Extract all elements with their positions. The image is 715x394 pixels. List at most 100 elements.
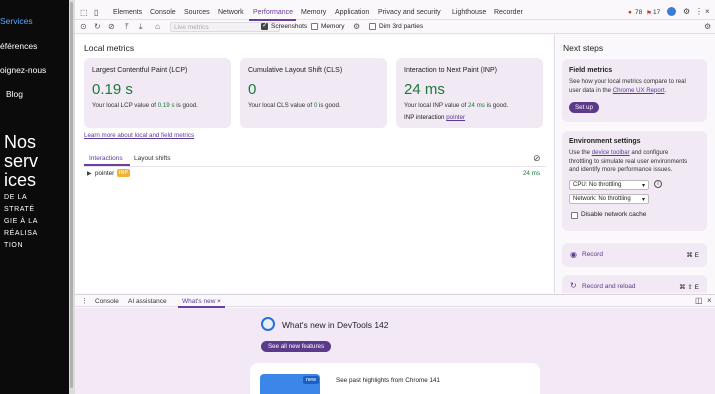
past-highlights-text: See past highlights from Chrome 141 xyxy=(336,377,440,384)
drawer-tab-console[interactable]: Console xyxy=(95,298,119,305)
local-metrics-panel: Local metrics Largest Contentful Paint (… xyxy=(75,35,553,293)
cpu-throttling-select[interactable]: CPU: No throttling ▾ xyxy=(569,180,649,190)
home-icon[interactable]: ⌂ xyxy=(155,22,160,31)
warning-icon[interactable]: ⚑ xyxy=(646,9,652,17)
performance-toolbar: ⊙ ↻ ⊘ ⤒ ⤓ ⌂ Live metrics Screenshots Mem… xyxy=(75,20,715,34)
tab-memory[interactable]: Memory xyxy=(301,9,326,16)
lcp-value: 0.19 s xyxy=(92,81,133,98)
nav-references-link[interactable]: éférences xyxy=(0,41,37,51)
tab-recorder[interactable]: Recorder xyxy=(494,9,523,16)
inp-card: Interaction to Next Paint (INP) 24 ms Yo… xyxy=(396,58,543,128)
chevron-down-icon: ▾ xyxy=(641,183,645,189)
clear-icon[interactable]: ⊘ xyxy=(108,22,115,31)
dim-3rd-parties-checkbox[interactable] xyxy=(369,23,376,30)
environment-settings-title: Environment settings xyxy=(569,138,641,145)
tab-network[interactable]: Network xyxy=(218,9,244,16)
record-icon[interactable]: ⊙ xyxy=(80,22,87,31)
lcp-description: Your local LCP value of 0.19 s is good. xyxy=(92,102,198,109)
next-steps-heading: Next steps xyxy=(563,43,604,53)
hero-sub-3: GIE À LA xyxy=(4,218,38,225)
nav-blog-link[interactable]: Blog xyxy=(6,89,23,99)
tab-lighthouse[interactable]: Lighthouse xyxy=(452,9,486,16)
set-up-button[interactable]: Set up xyxy=(569,102,599,113)
new-badge: new xyxy=(303,376,320,384)
expand-triangle-icon[interactable]: ▶ xyxy=(87,170,92,177)
hero-sub-1: DE LA xyxy=(4,194,28,201)
drawer-tab-ai-assistance[interactable]: AI assistance xyxy=(128,298,167,305)
subtab-interactions[interactable]: Interactions xyxy=(89,155,123,162)
inp-interaction: INP interaction pointer xyxy=(404,114,466,121)
nav-services-link[interactable]: Services xyxy=(0,16,33,26)
tab-elements[interactable]: Elements xyxy=(113,9,142,16)
field-metrics-card: Field metrics See how your local metrics… xyxy=(562,59,707,122)
error-count[interactable]: 78 xyxy=(635,9,642,16)
hero-sub-2: STRATÉ xyxy=(4,206,35,213)
tab-privacy-security[interactable]: Privacy and security xyxy=(378,9,441,16)
cls-card: Cumulative Layout Shift (CLS) 0 Your loc… xyxy=(240,58,387,128)
lcp-title: Largest Contentful Paint (LCP) xyxy=(92,67,188,74)
interaction-row[interactable]: ▶ pointer INP 24 ms xyxy=(84,169,546,180)
download-icon[interactable]: ⤓ xyxy=(139,22,143,32)
network-settings-icon[interactable]: ⚙ xyxy=(353,22,360,31)
reload-record-icon[interactable]: ↻ xyxy=(94,22,101,31)
tab-application[interactable]: Application xyxy=(335,9,369,16)
upload-icon[interactable]: ⤒ xyxy=(125,22,129,32)
record-reload-card[interactable]: ↻ Record and reload ⌘ ⇧ E xyxy=(562,275,707,293)
inspect-element-icon[interactable]: ⬚ xyxy=(80,8,88,17)
sync-icon[interactable] xyxy=(667,7,676,16)
subtab-layout-shifts[interactable]: Layout shifts xyxy=(134,155,171,162)
subtab-divider xyxy=(84,166,546,167)
capture-settings-icon[interactable]: ⚙ xyxy=(704,22,711,31)
disable-cache-label: Disable network cache xyxy=(581,211,647,218)
inp-pointer-link[interactable]: pointer xyxy=(446,114,465,121)
network-throttling-select[interactable]: Network: No throttling ▾ xyxy=(569,194,649,204)
learn-more-link[interactable]: Learn more about local and field metrics xyxy=(84,132,194,139)
chrome-ux-report-link[interactable]: Chrome UX Report xyxy=(613,87,665,94)
chevron-down-icon: ▾ xyxy=(641,197,645,203)
past-highlights-card[interactable]: new See past highlights from Chrome 141 xyxy=(250,363,540,394)
cls-value: 0 xyxy=(248,81,257,98)
hero-sub-5: TION xyxy=(4,242,24,249)
disable-cache-checkbox[interactable] xyxy=(571,212,578,219)
memory-checkbox[interactable] xyxy=(311,23,318,30)
inp-description: Your local INP value of 24 ms is good. xyxy=(404,102,509,109)
device-toolbar-icon[interactable]: ▯ xyxy=(94,8,98,17)
inp-badge: INP xyxy=(117,169,131,177)
record-card[interactable]: ◉ Record ⌘ E xyxy=(562,243,707,267)
field-metrics-text: See how your local metrics compare to re… xyxy=(569,78,686,94)
close-devtools-icon[interactable]: × xyxy=(705,7,710,16)
page-scrollbar-thumb[interactable] xyxy=(70,2,73,388)
error-icon[interactable]: ● xyxy=(628,9,632,16)
see-all-features-button[interactable]: See all new features xyxy=(261,341,332,352)
settings-gear-icon[interactable]: ⚙ xyxy=(683,7,690,16)
next-steps-panel: Next steps Field metrics See how your lo… xyxy=(554,35,715,293)
close-tab-icon[interactable]: × xyxy=(217,298,221,305)
tab-sources[interactable]: Sources xyxy=(184,9,210,16)
more-options-icon[interactable]: ⋮ xyxy=(695,7,703,16)
drawer-tab-whats-new[interactable]: What's new xyxy=(182,298,215,305)
lcp-card: Largest Contentful Paint (LCP) 0.19 s Yo… xyxy=(84,58,231,128)
hero-line-3: ices xyxy=(4,170,37,190)
inp-title: Interaction to Next Paint (INP) xyxy=(404,67,497,74)
memory-label: Memory xyxy=(321,23,345,30)
close-drawer-icon[interactable]: × xyxy=(707,296,712,305)
environment-settings-text: Use the device toolbar and configure thr… xyxy=(569,149,688,173)
devtools-tabbar: ⬚ ▯ Elements Console Sources Network Per… xyxy=(75,6,715,21)
nav-contact-link[interactable]: oignez-nous xyxy=(0,65,46,75)
warning-count[interactable]: 17 xyxy=(653,9,660,16)
cpu-info-icon[interactable]: i xyxy=(654,180,662,188)
cls-title: Cumulative Layout Shift (CLS) xyxy=(248,67,343,74)
device-toolbar-link[interactable]: device toolbar xyxy=(592,149,630,156)
dock-icon[interactable]: ◫ xyxy=(695,296,703,305)
clear-interactions-icon[interactable]: ⊘ xyxy=(533,153,541,164)
whats-new-panel: What's new in DevTools 142 See all new f… xyxy=(75,308,715,394)
screenshots-checkbox[interactable] xyxy=(261,21,268,30)
field-metrics-title: Field metrics xyxy=(569,67,613,74)
tab-console[interactable]: Console xyxy=(150,9,176,16)
record-label: Record xyxy=(582,251,603,258)
hero-sub-4: RÉALISA xyxy=(4,230,38,237)
local-metrics-heading: Local metrics xyxy=(84,43,135,53)
tab-performance[interactable]: Performance xyxy=(253,9,293,16)
drawer-more-icon[interactable]: ⋮ xyxy=(81,297,88,305)
record-reload-label: Record and reload xyxy=(582,283,636,290)
